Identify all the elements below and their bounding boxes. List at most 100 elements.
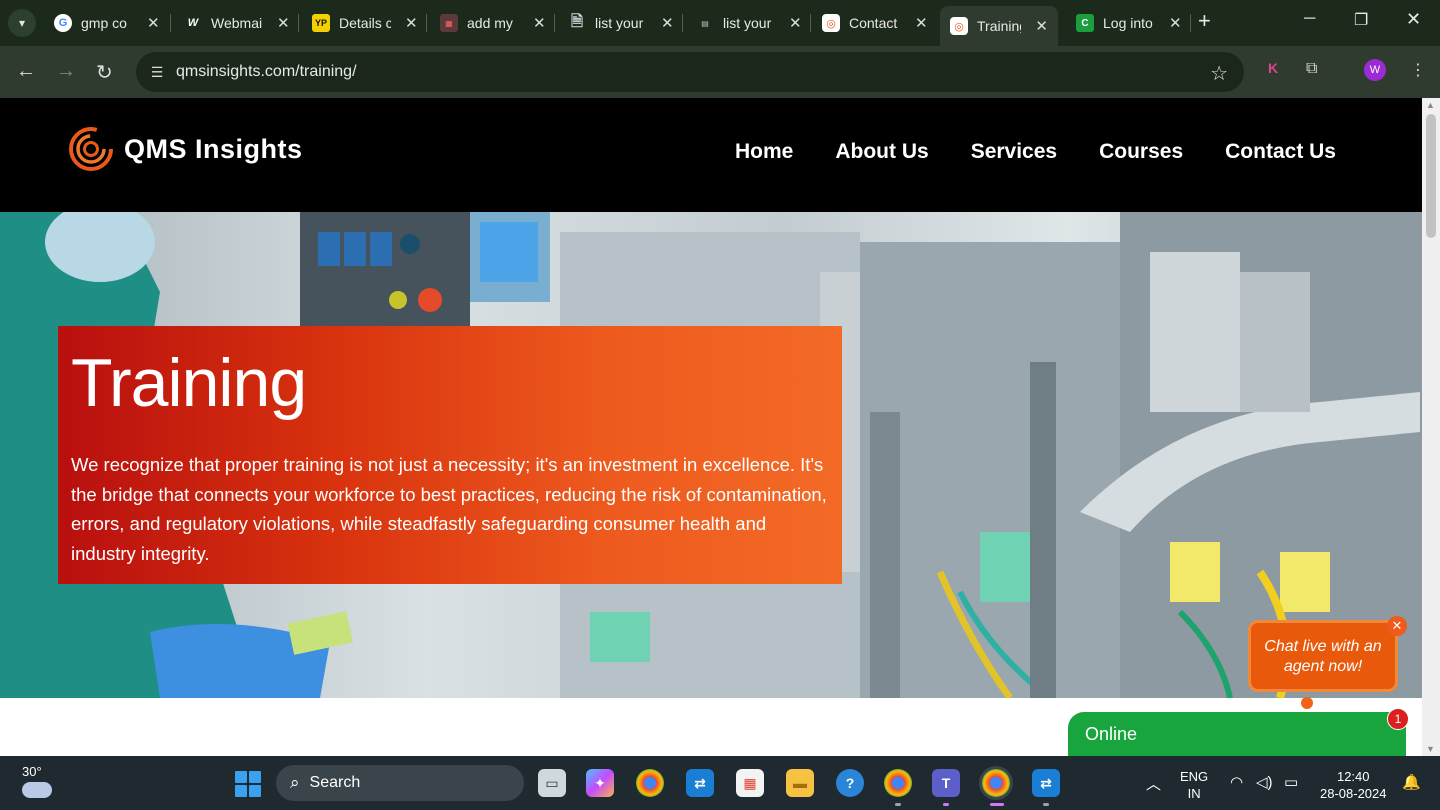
running-indicator: [1043, 803, 1049, 806]
back-arrow-icon[interactable]: ←: [16, 60, 36, 83]
extension-k-icon[interactable]: K: [1268, 60, 1278, 76]
tab-close-icon[interactable]: ✕: [789, 14, 802, 32]
extensions-puzzle-icon[interactable]: ⧉: [1306, 60, 1317, 78]
page-title: Training: [71, 345, 307, 421]
weather-temperature[interactable]: 30°: [22, 764, 42, 779]
clock[interactable]: 12:40 28-08-2024: [1320, 768, 1387, 802]
tab-1[interactable]: G gmp co ✕: [44, 6, 170, 40]
forward-arrow-icon[interactable]: →: [56, 60, 76, 83]
brand-name: QMS Insights: [124, 133, 303, 164]
language-indicator[interactable]: ENG IN: [1180, 768, 1208, 802]
minimize-icon[interactable]: ─: [1304, 10, 1315, 28]
running-indicator: [943, 803, 949, 806]
windows-taskbar: 30° ⌕ Search ▭ ✦ ⇄ ▦ ▬ ? T ⇄ ︿ ENG IN ◠ …: [0, 756, 1440, 810]
scroll-up-arrow-icon[interactable]: ▲: [1426, 100, 1435, 110]
tab-divider: [298, 14, 299, 32]
tab-divider: [1190, 14, 1191, 32]
file-explorer-icon[interactable]: ▬: [786, 769, 814, 797]
nav-contact-us[interactable]: Contact Us: [1225, 140, 1336, 164]
tab-7[interactable]: ◎ Contact ✕: [812, 6, 938, 40]
search-label: Search: [309, 774, 361, 791]
qms-logo-icon: [68, 126, 114, 172]
webmail-icon: W: [187, 17, 199, 29]
chat-close-icon[interactable]: ✕: [1387, 616, 1407, 636]
bookmark-star-icon[interactable]: ☆: [1210, 61, 1228, 86]
menu-kebab-icon[interactable]: ⋮: [1410, 60, 1426, 80]
new-tab-plus-icon[interactable]: +: [1198, 8, 1211, 34]
tab-divider: [682, 14, 683, 32]
document-icon: 🗎: [570, 12, 584, 30]
main-nav: Home About Us Services Courses Contact U…: [735, 140, 1336, 164]
chat-pointer-dot: [1301, 697, 1313, 709]
cloud-weather-icon[interactable]: [22, 782, 52, 798]
site-logo[interactable]: QMS Insights: [68, 126, 303, 172]
smart-icon: ▤: [701, 18, 709, 28]
tab-6[interactable]: ▤ list your ✕: [686, 6, 812, 40]
address-bar[interactable]: ☰ qmsinsights.com/training/ ☆: [136, 52, 1244, 92]
tab-search-button[interactable]: ▾: [8, 9, 36, 37]
tab-close-icon[interactable]: ✕: [1035, 17, 1048, 35]
task-view-icon[interactable]: ▭: [538, 769, 566, 797]
notification-bell-icon[interactable]: 🔔: [1402, 773, 1421, 791]
volume-icon[interactable]: ◁): [1256, 773, 1273, 791]
remote-desktop-2-icon[interactable]: ⇄: [1032, 769, 1060, 797]
web-page: QMS Insights Home About Us Services Cour…: [0, 98, 1422, 756]
copilot-icon[interactable]: ✦: [586, 769, 614, 797]
tab-close-icon[interactable]: ✕: [661, 14, 674, 32]
tab-3[interactable]: YP Details c ✕: [302, 6, 428, 40]
nav-about-us[interactable]: About Us: [835, 140, 928, 164]
remote-desktop-icon[interactable]: ⇄: [686, 769, 714, 797]
profile-avatar[interactable]: W: [1364, 59, 1386, 81]
nav-courses[interactable]: Courses: [1099, 140, 1183, 164]
scroll-down-arrow-icon[interactable]: ▼: [1426, 744, 1435, 754]
scroll-thumb[interactable]: [1426, 114, 1436, 238]
chrome-icon[interactable]: [636, 769, 664, 797]
battery-icon[interactable]: ▭: [1284, 773, 1298, 791]
chrome-active-icon[interactable]: [982, 769, 1010, 797]
toolbar: ← → ↻ ☰ qmsinsights.com/training/ ☆: [0, 46, 1440, 98]
tab-divider: [810, 14, 811, 32]
tab-close-icon[interactable]: ✕: [1169, 14, 1182, 32]
directory-icon: ▦: [440, 14, 458, 32]
qms-icon: ◎: [822, 14, 840, 32]
tab-2[interactable]: W Webmai ✕: [174, 6, 300, 40]
taskbar-search[interactable]: ⌕ Search: [276, 765, 524, 801]
url-text[interactable]: qmsinsights.com/training/: [176, 63, 357, 81]
tab-divider: [554, 14, 555, 32]
nav-home[interactable]: Home: [735, 140, 793, 164]
show-hidden-icons-chevron-icon[interactable]: ︿: [1146, 773, 1161, 794]
running-indicator: [895, 803, 901, 806]
microsoft-store-icon[interactable]: ▦: [736, 769, 764, 797]
chat-online-bar[interactable]: Online: [1068, 712, 1406, 758]
close-window-icon[interactable]: ✕: [1406, 9, 1421, 30]
qms-icon: ◎: [950, 17, 968, 35]
yellow-pages-icon: YP: [312, 14, 330, 32]
chrome-profile-icon[interactable]: [884, 769, 912, 797]
site-header: QMS Insights Home About Us Services Cour…: [0, 98, 1422, 212]
tab-close-icon[interactable]: ✕: [147, 14, 160, 32]
tab-8-active[interactable]: ◎ Training✕: [940, 6, 1058, 46]
page-scrollbar[interactable]: ▲ ▼: [1422, 98, 1440, 756]
cs-icon: C: [1076, 14, 1094, 32]
google-icon: G: [54, 14, 72, 32]
tab-close-icon[interactable]: ✕: [277, 14, 290, 32]
chat-notification-badge: 1: [1387, 708, 1409, 730]
chat-invite-bubble[interactable]: Chat live with an agent now!: [1248, 620, 1398, 692]
tab-close-icon[interactable]: ✕: [533, 14, 546, 32]
restore-icon[interactable]: ❐: [1354, 10, 1368, 30]
windows-start-icon[interactable]: [235, 771, 261, 797]
teams-icon[interactable]: T: [932, 769, 960, 797]
reload-icon[interactable]: ↻: [96, 60, 113, 85]
tab-5[interactable]: 🗎 list your ✕: [558, 6, 684, 40]
tab-close-icon[interactable]: ✕: [915, 14, 928, 32]
tab-9[interactable]: C Log into ✕: [1066, 6, 1192, 40]
site-info-icon[interactable]: ☰: [146, 61, 168, 83]
tab-4[interactable]: ▦ add my ✕: [430, 6, 556, 40]
active-indicator: [990, 803, 1004, 806]
search-icon: ⌕: [290, 773, 300, 792]
nav-services[interactable]: Services: [971, 140, 1057, 164]
tab-divider: [170, 14, 171, 32]
wifi-icon[interactable]: ◠: [1230, 773, 1243, 791]
tab-close-icon[interactable]: ✕: [405, 14, 418, 32]
help-icon[interactable]: ?: [836, 769, 864, 797]
